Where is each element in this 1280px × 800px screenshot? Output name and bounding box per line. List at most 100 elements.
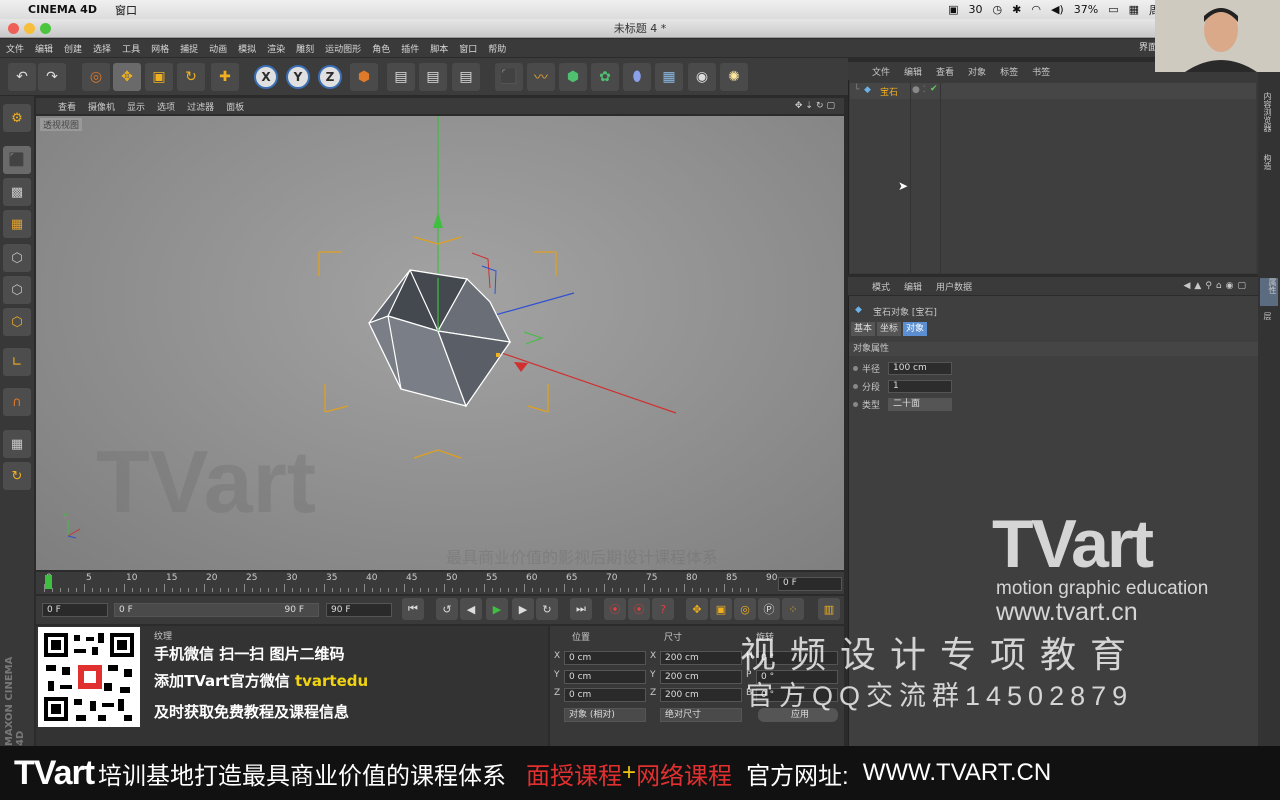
obj-menu-view[interactable]: 查看 <box>936 65 954 78</box>
prop-radius-field[interactable]: 100 cm <box>888 361 952 375</box>
menu-create[interactable]: 创建 <box>64 42 82 55</box>
menu-help[interactable]: 帮助 <box>488 42 506 55</box>
input-icon[interactable]: ▦ <box>1129 3 1139 16</box>
workplane-icon[interactable]: ▦ <box>3 210 31 238</box>
attr-menu-edit[interactable]: 编辑 <box>904 280 922 293</box>
menu-plugins[interactable]: 插件 <box>401 42 419 55</box>
object-name[interactable]: 宝石 <box>880 85 898 98</box>
menu-character[interactable]: 角色 <box>372 42 390 55</box>
key-scale-icon[interactable]: ▣ <box>710 598 732 620</box>
snap-icon[interactable]: ∩ <box>3 388 31 416</box>
object-row[interactable]: └ ◆ 宝石 ● ⁚ ✔ <box>850 83 1256 273</box>
select-tool-icon[interactable]: ◎ <box>82 63 110 91</box>
tab-layers[interactable]: 层 <box>1262 312 1273 320</box>
menu-animate[interactable]: 动画 <box>209 42 227 55</box>
play-icon[interactable]: ▶ <box>486 598 508 620</box>
menu-snap[interactable]: 捕捉 <box>180 42 198 55</box>
viewport-menu-options[interactable]: 选项 <box>157 100 175 113</box>
tab-attributes[interactable]: 属性 <box>1260 278 1278 306</box>
attr-menu-userdata[interactable]: 用户数据 <box>936 280 972 293</box>
history-icon[interactable]: ◷ <box>993 3 1003 16</box>
menu-render[interactable]: 渲染 <box>267 42 285 55</box>
pos-y-field[interactable]: 0 cm <box>564 670 646 684</box>
polygons-mode-icon[interactable]: ⬡ <box>3 308 31 336</box>
deformer-icon[interactable]: ⬮ <box>623 63 651 91</box>
key-position-icon[interactable]: ✥ <box>686 598 708 620</box>
visibility-dots-icon[interactable]: ● ⁚ <box>912 85 926 95</box>
tab-content-browser[interactable]: 内容浏览器 <box>1262 92 1273 132</box>
menu-select[interactable]: 选择 <box>93 42 111 55</box>
viewport-menu-display[interactable]: 显示 <box>127 100 145 113</box>
menu-mograph[interactable]: 运动图形 <box>325 42 361 55</box>
keyframe-selection-icon[interactable]: ? <box>652 598 674 620</box>
rotate-tool-icon[interactable]: ↻ <box>177 63 205 91</box>
preview-range-slider[interactable]: 0 F 90 F <box>114 603 319 617</box>
menu-edit[interactable]: 编辑 <box>35 42 53 55</box>
render-picture-viewer-icon[interactable]: ▤ <box>419 63 447 91</box>
key-pla-icon[interactable]: ⁘ <box>782 598 804 620</box>
viewport-nav-icons[interactable]: ✥⇣↻▢ <box>795 101 838 111</box>
volume-icon[interactable]: ◀) <box>1051 3 1064 16</box>
next-key-icon[interactable]: ↻ <box>536 598 558 620</box>
zoom-window-button[interactable] <box>40 23 51 34</box>
close-window-button[interactable] <box>8 23 19 34</box>
menu-file[interactable]: 文件 <box>6 42 24 55</box>
menu-script[interactable]: 脚本 <box>430 42 448 55</box>
enabled-check-icon[interactable]: ✔ <box>930 84 938 94</box>
pos-z-field[interactable]: 0 cm <box>564 688 646 702</box>
camera-icon[interactable]: ▣ <box>948 3 958 16</box>
viewport-menu-panel[interactable]: 面板 <box>226 100 244 113</box>
timeline-playhead[interactable] <box>45 575 52 589</box>
obj-menu-objects[interactable]: 对象 <box>968 65 986 78</box>
light-icon[interactable]: ✺ <box>720 63 748 91</box>
render-settings-icon[interactable]: ▤ <box>452 63 480 91</box>
texture-mode-icon[interactable]: ▩ <box>3 178 31 206</box>
previous-key-icon[interactable]: ↺ <box>436 598 458 620</box>
battery-percent[interactable]: 37% <box>1074 3 1098 16</box>
perspective-viewport[interactable]: 透视视图 Y TVart 最具商业价值的影视后期设计课程体系 <box>36 116 844 570</box>
menu-window[interactable]: 窗口 <box>115 2 137 18</box>
tag-count[interactable]: 30 <box>969 3 983 16</box>
menu-mesh[interactable]: 网格 <box>151 42 169 55</box>
viewport-menu-view[interactable]: 查看 <box>58 100 76 113</box>
object-list[interactable]: └ ◆ 宝石 ● ⁚ ✔ ➤ <box>850 83 1256 273</box>
scale-tool-icon[interactable]: ▣ <box>145 63 173 91</box>
menu-sculpt[interactable]: 雕刻 <box>296 42 314 55</box>
next-frame-icon[interactable]: ▶ <box>512 598 534 620</box>
prop-type-select[interactable]: 二十面 <box>888 397 952 411</box>
redo-icon[interactable]: ↷ <box>38 63 66 91</box>
key-parameter-icon[interactable]: Ⓟ <box>758 598 780 620</box>
coord-mode-select[interactable]: 对象 (相对) <box>564 708 646 722</box>
cloner-icon[interactable]: ✿ <box>591 63 619 91</box>
move-tool-icon[interactable]: ✥ <box>113 63 141 91</box>
edges-mode-icon[interactable]: ⬡ <box>3 276 31 304</box>
timeline[interactable]: 051015202530354045505560657075808590 <box>36 572 844 594</box>
end-frame-field[interactable]: 90 F <box>326 603 392 617</box>
key-rotation-icon[interactable]: ◎ <box>734 598 756 620</box>
points-mode-icon[interactable]: ⬡ <box>3 244 31 272</box>
locked-workplane-icon[interactable]: ▦ <box>3 430 31 458</box>
z-axis-lock-icon[interactable]: Z <box>318 65 342 89</box>
menu-tools[interactable]: 工具 <box>122 42 140 55</box>
subdivision-surface-icon[interactable]: ⬢ <box>559 63 587 91</box>
axis-mode-icon[interactable]: ∟ <box>3 348 31 376</box>
attr-nav-icons[interactable]: ◀▲⚲⌂◉▢ <box>1183 281 1250 291</box>
start-frame-field[interactable]: 0 F <box>42 603 108 617</box>
wifi-icon[interactable]: ◠ <box>1031 3 1041 16</box>
tab-object[interactable]: 对象 <box>903 322 928 336</box>
obj-menu-bookmarks[interactable]: 书签 <box>1032 65 1050 78</box>
make-editable-icon[interactable]: ⚙ <box>3 104 31 132</box>
camera-icon[interactable]: ◉ <box>688 63 716 91</box>
obj-menu-file[interactable]: 文件 <box>872 65 890 78</box>
timeline-ruler[interactable]: 051015202530354045505560657075808590 <box>44 572 777 594</box>
y-axis-lock-icon[interactable]: Y <box>286 65 310 89</box>
bluetooth-icon[interactable]: ✱ <box>1012 3 1021 16</box>
obj-menu-edit[interactable]: 编辑 <box>904 65 922 78</box>
go-to-end-icon[interactable]: ⏭ <box>570 598 592 620</box>
undo-icon[interactable]: ↶ <box>8 63 36 91</box>
previous-frame-icon[interactable]: ◀ <box>460 598 482 620</box>
current-frame-field[interactable]: 0 F <box>778 577 842 591</box>
viewport-menu-cameras[interactable]: 摄像机 <box>88 100 115 113</box>
planar-workplane-icon[interactable]: ↻ <box>3 462 31 490</box>
tab-basic[interactable]: 基本 <box>851 322 876 336</box>
